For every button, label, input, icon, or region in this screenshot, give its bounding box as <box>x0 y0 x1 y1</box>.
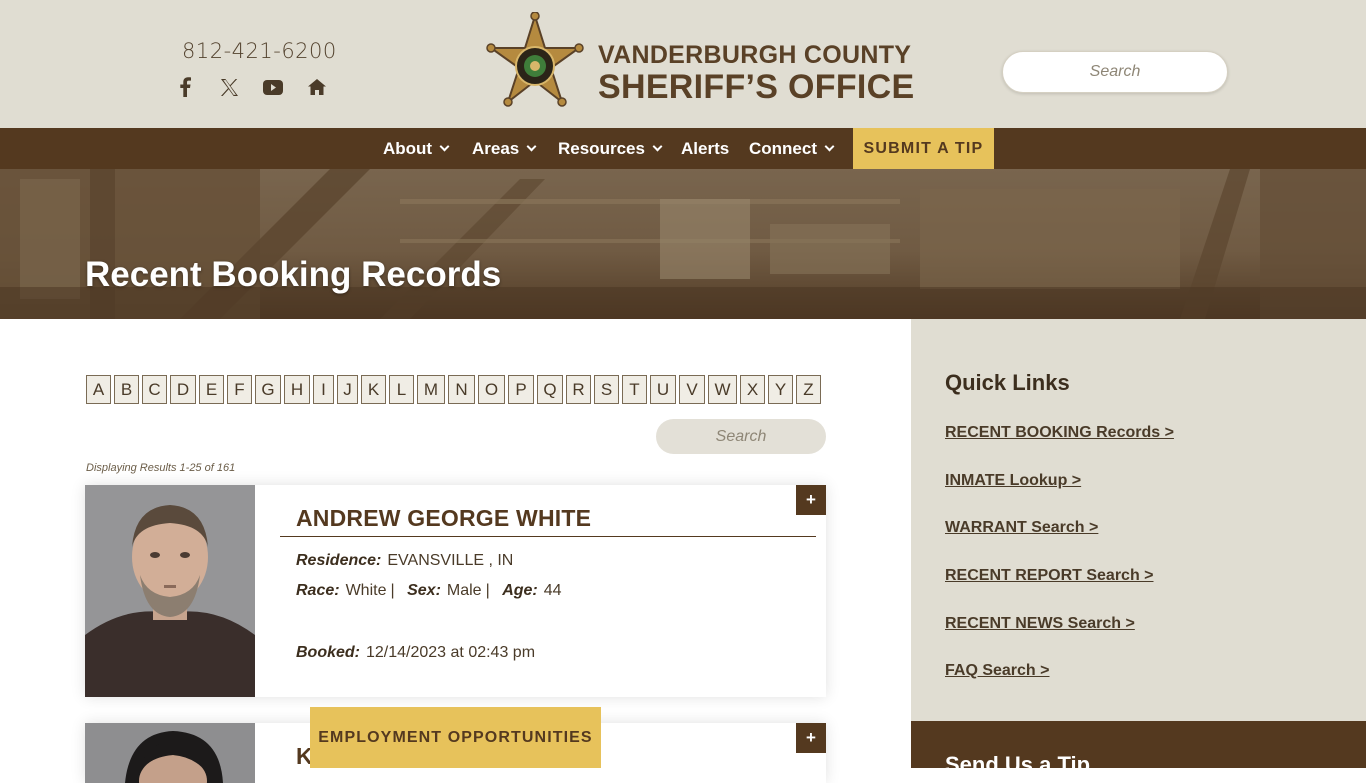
letter-e-button[interactable]: E <box>199 375 224 404</box>
letter-c-button[interactable]: C <box>142 375 167 404</box>
nav-item-resources[interactable]: Resources <box>558 128 663 169</box>
quick-link-report-search[interactable]: RECENT REPORT Search > <box>945 567 1154 585</box>
letter-i-button[interactable]: I <box>313 375 334 404</box>
separator: | <box>390 582 395 599</box>
letter-b-button[interactable]: B <box>114 375 139 404</box>
quick-link-faq-search[interactable]: FAQ Search > <box>945 662 1050 680</box>
hero-banner: Recent Booking Records <box>0 169 1366 319</box>
expand-plus-button[interactable]: + <box>796 723 826 753</box>
send-tip-title: Send Us a Tip <box>945 752 1091 777</box>
booking-record-card[interactable]: + ANDREW GEORGE WHITE Residence: EVANSVIL… <box>85 485 826 697</box>
main-nav: About Areas Resources Alerts Connect <box>0 128 1366 169</box>
quick-link-inmate-lookup[interactable]: INMATE Lookup > <box>945 472 1081 490</box>
quick-link-recent-booking[interactable]: RECENT BOOKING Records > <box>945 424 1174 442</box>
residence-field: Residence: EVANSVILLE , IN <box>296 552 513 570</box>
residence-value: EVANSVILLE , IN <box>387 552 514 569</box>
letter-u-button[interactable]: U <box>650 375 676 404</box>
letter-j-button[interactable]: J <box>337 375 358 404</box>
nav-item-label: About <box>383 138 433 158</box>
letter-w-button[interactable]: W <box>708 375 737 404</box>
booked-value: 12/14/2023 at 02:43 pm <box>366 644 536 661</box>
letter-k-button[interactable]: K <box>361 375 386 404</box>
letter-f-button[interactable]: F <box>227 375 252 404</box>
booked-label: Booked: <box>296 644 360 661</box>
name-divider <box>280 536 816 537</box>
quick-link-warrant-search[interactable]: WARRANT Search > <box>945 519 1098 537</box>
quick-link-news-search[interactable]: RECENT NEWS Search > <box>945 615 1135 633</box>
letter-m-button[interactable]: M <box>417 375 445 404</box>
demographics-field: Race: White | Sex: Male | Age: 44 <box>296 582 562 600</box>
sex-label: Sex: <box>407 582 441 599</box>
quick-links-title: Quick Links <box>945 370 1070 395</box>
age-label: Age: <box>502 582 538 599</box>
employment-opportunities-button[interactable]: EMPLOYMENT OPPORTUNITIES <box>310 707 601 768</box>
nav-item-label: Resources <box>558 138 645 158</box>
facebook-icon[interactable] <box>174 76 196 98</box>
chevron-down-icon <box>652 141 663 152</box>
mugshot-photo[interactable] <box>85 485 255 697</box>
results-count: Displaying Results 1-25 of 161 <box>86 462 236 474</box>
letter-t-button[interactable]: T <box>622 375 647 404</box>
residence-label: Residence: <box>296 552 382 569</box>
x-icon[interactable] <box>218 76 240 98</box>
sex-value: Male <box>446 582 482 599</box>
nav-item-about[interactable]: About <box>383 128 450 169</box>
jail-interior-image <box>0 169 1366 319</box>
phone-number[interactable]: 812-421-6200 <box>182 39 337 63</box>
header-search-input[interactable]: Search <box>1002 51 1228 93</box>
chevron-down-icon <box>439 141 450 152</box>
letter-v-button[interactable]: V <box>679 375 705 404</box>
chevron-down-icon <box>824 141 835 152</box>
letter-x-button[interactable]: X <box>740 375 765 404</box>
nav-item-label: Connect <box>749 138 817 158</box>
inmate-name[interactable]: ANDREW GEORGE WHITE <box>296 505 591 532</box>
nav-item-label: Areas <box>472 138 520 158</box>
alphabet-filter: A B C D E F G H I J K L M N O P Q R S T … <box>86 375 821 404</box>
nav-item-connect[interactable]: Connect <box>749 128 835 169</box>
booked-field: Booked: 12/14/2023 at 02:43 pm <box>296 644 535 662</box>
separator: | <box>485 582 490 599</box>
records-search-input[interactable]: Search <box>656 419 826 454</box>
site-header: 812-421-6200 VANDERBURGH COUNTY SHERIFF’… <box>0 0 1366 128</box>
chevron-down-icon <box>526 141 537 152</box>
expand-plus-button[interactable]: + <box>796 485 826 515</box>
race-value: White <box>345 582 387 599</box>
letter-p-button[interactable]: P <box>508 375 534 404</box>
letter-r-button[interactable]: R <box>566 375 591 404</box>
mugshot-photo[interactable] <box>85 723 255 783</box>
sheriff-star-logo[interactable] <box>483 12 587 116</box>
letter-o-button[interactable]: O <box>478 375 505 404</box>
letter-y-button[interactable]: Y <box>768 375 793 404</box>
page-title: Recent Booking Records <box>85 255 502 294</box>
nav-item-alerts[interactable]: Alerts <box>681 128 729 169</box>
letter-a-button[interactable]: A <box>86 375 111 404</box>
nav-item-label: Alerts <box>681 138 730 158</box>
letter-d-button[interactable]: D <box>170 375 196 404</box>
site-logo-text[interactable]: VANDERBURGH COUNTY SHERIFF’S OFFICE <box>598 41 915 106</box>
race-label: Race: <box>296 582 340 599</box>
letter-q-button[interactable]: Q <box>537 375 563 404</box>
age-value: 44 <box>543 582 562 599</box>
logo-line-office: SHERIFF’S OFFICE <box>598 68 915 106</box>
letter-s-button[interactable]: S <box>594 375 619 404</box>
letter-g-button[interactable]: G <box>255 375 281 404</box>
letter-n-button[interactable]: N <box>448 375 475 404</box>
letter-z-button[interactable]: Z <box>796 375 821 404</box>
letter-h-button[interactable]: H <box>284 375 310 404</box>
nextdoor-icon[interactable] <box>306 76 328 98</box>
youtube-icon[interactable] <box>262 76 284 98</box>
submit-tip-button[interactable]: SUBMIT A TIP <box>853 128 994 169</box>
nav-item-areas[interactable]: Areas <box>472 128 537 169</box>
letter-l-button[interactable]: L <box>389 375 414 404</box>
logo-line-county: VANDERBURGH COUNTY <box>598 41 912 69</box>
